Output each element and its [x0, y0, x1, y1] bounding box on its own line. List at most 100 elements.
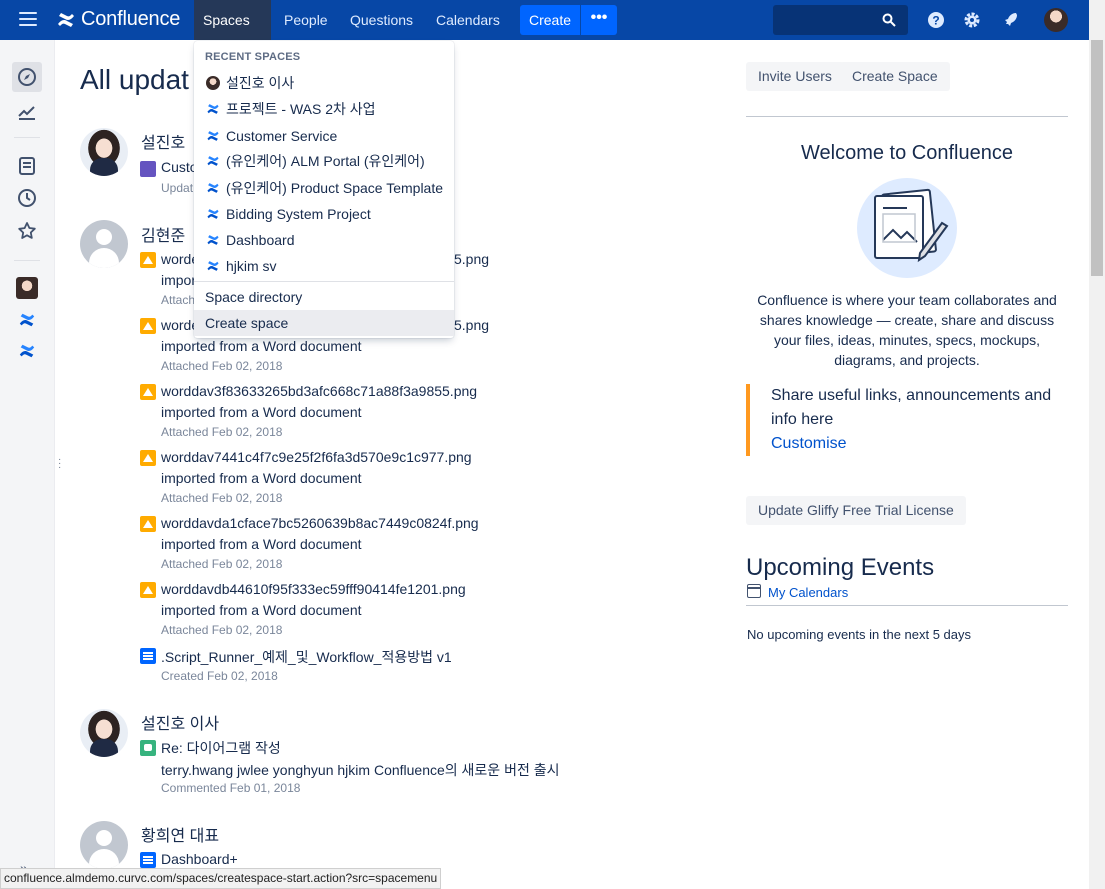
confluence-space-icon [207, 235, 219, 245]
confluence-space-icon [19, 313, 35, 327]
dropdown-item-label: (유인케어) Product Space Template [226, 180, 444, 196]
scrollbar-thumb[interactable] [1091, 40, 1103, 276]
entry-title[interactable]: worddav3f83633265bd3afc668c71a88f3a9855.… [161, 383, 477, 399]
spaces-dropdown: RECENT SPACES 설진호 이사 프로젝트 - WAS 2차 사업 Cu… [194, 41, 454, 338]
top-navigation: Confluence Spaces▼ People Questions Cale… [0, 0, 1089, 68]
space-directory-link[interactable]: Space directory [194, 284, 454, 310]
dropdown-item[interactable]: Bidding System Project [194, 201, 454, 227]
share-box: Share useful links, announcements and in… [746, 384, 1068, 456]
user-avatar-icon [206, 76, 220, 90]
avatar[interactable] [80, 128, 128, 176]
create-button[interactable]: Create [520, 5, 580, 35]
nav-people[interactable]: People [275, 0, 337, 40]
dropdown-item[interactable]: Dashboard [194, 227, 454, 253]
entry-title[interactable]: Re: 다이어그램 작성 [161, 738, 281, 758]
events-title: Upcoming Events [746, 554, 935, 581]
entry-meta: Attached Feb 02, 2018 [161, 425, 283, 439]
confluence-space-icon [207, 104, 219, 114]
entry-title[interactable]: worddav7441c4f7c9e25f2f6fa3d570e9c1c977.… [161, 449, 472, 465]
entry-title[interactable]: Custo [161, 159, 198, 175]
dropdown-item-label: 프로젝트 - WAS 2차 사업 [226, 101, 376, 117]
nav-calendars[interactable]: Calendars [427, 0, 509, 40]
nav-spaces[interactable]: Spaces▼ [194, 0, 271, 68]
gear-icon[interactable] [962, 10, 982, 30]
space-icon [140, 161, 156, 177]
avatar[interactable] [80, 709, 128, 757]
entry-title-suffix[interactable]: 5.png [454, 251, 489, 267]
gliffy-license-button[interactable]: Update Gliffy Free Trial License [746, 496, 966, 525]
entry-desc: imported from a Word document [161, 536, 362, 552]
entry-desc: imported from a Word document [161, 404, 362, 420]
entry-title-suffix[interactable]: 5.png [454, 317, 489, 333]
rail-space-personal[interactable] [12, 273, 42, 303]
dropdown-item[interactable]: (유인케어) Product Space Template [194, 175, 454, 201]
nav-spaces-label: Spaces [203, 12, 250, 28]
space-avatar-icon [16, 277, 38, 299]
no-events-text: No upcoming events in the next 5 days [747, 627, 972, 642]
dropdown-divider [194, 281, 454, 282]
menu-icon[interactable] [19, 12, 37, 28]
entry-meta: Created Feb 02, 2018 [161, 669, 278, 683]
page-icon [140, 648, 156, 664]
entry-title[interactable]: worddavdb44610f95f333ec59fff90414fe1201.… [161, 581, 466, 597]
confluence-logo[interactable]: Confluence [56, 8, 180, 31]
entry-desc: imported from a Word document [161, 338, 362, 354]
resize-handle[interactable]: · · · [58, 455, 61, 473]
search-input[interactable] [773, 5, 908, 35]
user-avatar[interactable] [1044, 8, 1068, 32]
author-name[interactable]: 설진호 [141, 129, 185, 153]
entry-meta: Attach [161, 293, 196, 307]
confluence-space-icon [207, 183, 219, 193]
avatar[interactable] [80, 821, 128, 869]
dropdown-item-label: Dashboard [226, 232, 295, 248]
calendar-icon [747, 584, 761, 598]
vertical-scrollbar[interactable] [1089, 0, 1105, 889]
status-bar-url: confluence.almdemo.curvc.com/spaces/crea… [0, 868, 441, 889]
page-icon [140, 852, 156, 868]
confluence-space-icon [207, 156, 219, 166]
rail-starred[interactable] [12, 216, 42, 246]
dropdown-item[interactable]: 프로젝트 - WAS 2차 사업 [194, 96, 454, 122]
clock-icon [18, 189, 36, 207]
nav-questions[interactable]: Questions [341, 0, 422, 40]
rail-pages[interactable] [12, 151, 42, 181]
entry-meta: Attached Feb 02, 2018 [161, 491, 283, 505]
entry-title[interactable]: worddavda1cface7bc5260639b8ac7449c0824f.… [161, 515, 479, 531]
dropdown-item[interactable]: Customer Service [194, 123, 454, 149]
entry-meta: Attached Feb 02, 2018 [161, 359, 283, 373]
rail-recent[interactable] [12, 183, 42, 213]
confluence-space-icon [207, 261, 219, 271]
avatar[interactable] [80, 220, 128, 268]
rail-analytics[interactable] [12, 96, 42, 126]
dropdown-item-label: (유인케어) ALM Portal (유인케어) [226, 153, 425, 169]
entry-title[interactable]: .Script_Runner_예제_및_Workflow_적용방법 v1 [161, 647, 452, 667]
left-rail: » [0, 40, 55, 889]
entry-title[interactable]: Dashboard+ [161, 851, 238, 867]
dropdown-item[interactable]: hjkim sv [194, 253, 454, 279]
dropdown-item-label: Bidding System Project [226, 206, 371, 222]
svg-text:?: ? [932, 14, 939, 28]
notifications-rocket-icon[interactable] [1001, 10, 1021, 30]
confluence-logo-icon [58, 12, 74, 27]
rail-space-1[interactable] [12, 305, 42, 335]
customise-link[interactable]: Customise [771, 432, 1068, 456]
dropdown-item[interactable]: (유인케어) ALM Portal (유인케어) [194, 148, 454, 174]
invite-users-button[interactable]: Invite Users [746, 62, 844, 91]
dropdown-item[interactable]: 설진호 이사 [194, 70, 454, 96]
author-name[interactable]: 황희연 대표 [141, 822, 219, 846]
rail-divider [14, 260, 40, 261]
rail-discover[interactable] [12, 62, 42, 92]
image-icon [140, 516, 156, 532]
my-calendars-link[interactable]: My Calendars [768, 585, 848, 600]
author-name[interactable]: 김현준 [141, 222, 185, 246]
analytics-icon [18, 106, 35, 120]
more-create-button[interactable]: ••• [581, 5, 617, 35]
dropdown-item-label: Customer Service [226, 128, 338, 144]
author-name[interactable]: 설진호 이사 [141, 710, 219, 734]
image-icon [140, 318, 156, 334]
help-icon[interactable]: ? [926, 10, 946, 30]
app-name: Confluence [81, 8, 181, 30]
create-space-link[interactable]: Create space [194, 310, 454, 336]
create-space-button[interactable]: Create Space [840, 62, 950, 91]
rail-space-2[interactable] [12, 336, 42, 366]
